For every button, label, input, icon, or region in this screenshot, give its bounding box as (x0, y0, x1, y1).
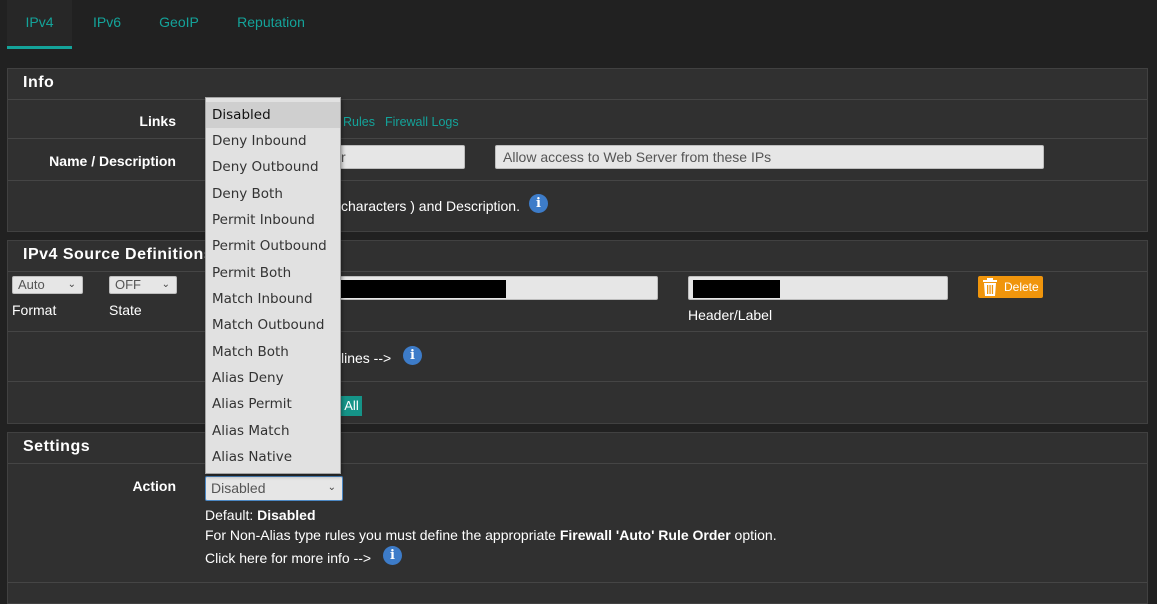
option-match-both[interactable]: Match Both (206, 339, 340, 365)
option-permit-inbound[interactable]: Permit Inbound (206, 207, 340, 233)
action-select[interactable]: Disabled ⌄ (205, 476, 343, 501)
firewall-logs-link[interactable]: Firewall Logs (385, 115, 459, 129)
chevron-down-icon: ⌄ (327, 482, 336, 493)
format-label: Format (12, 302, 57, 318)
tab-reputation[interactable]: Reputation (226, 0, 316, 46)
settings-panel-header: Settings (8, 433, 1147, 464)
default-value: Disabled (257, 507, 316, 523)
format-select-value: Auto (18, 277, 45, 292)
tab-geoip[interactable]: GeoIP (150, 0, 208, 46)
option-match-inbound[interactable]: Match Inbound (206, 286, 340, 312)
chevron-down-icon: ⌄ (67, 279, 76, 290)
action-dropdown-list[interactable]: Disabled Deny Inbound Deny Outbound Deny… (205, 97, 341, 474)
delete-button[interactable]: Delete (978, 276, 1043, 298)
option-deny-inbound[interactable]: Deny Inbound (206, 128, 340, 154)
name-description-label: Name / Description (49, 153, 176, 169)
name-field[interactable]: r (333, 145, 465, 169)
chevron-down-icon: ⌄ (161, 279, 170, 290)
state-select[interactable]: OFF ⌄ (109, 276, 177, 294)
source-panel: IPv4 Source Definitions (7, 240, 1148, 424)
option-match-outbound[interactable]: Match Outbound (206, 312, 340, 338)
option-disabled[interactable]: Disabled (206, 102, 340, 128)
option-alias-match[interactable]: Alias Match (206, 418, 340, 444)
description-field[interactable]: Allow access to Web Server from these IP… (495, 145, 1044, 169)
nonalias-bold: Firewall 'Auto' Rule Order (559, 527, 731, 543)
info-panel-header: Info (8, 69, 1147, 100)
settings-panel: Settings (7, 432, 1148, 604)
redacted-address (341, 280, 506, 298)
settings-panel-title: Settings (23, 438, 91, 455)
more-info-text: Click here for more info --> (205, 550, 372, 566)
option-deny-both[interactable]: Deny Both (206, 181, 340, 207)
delete-button-label: Delete (1004, 280, 1039, 294)
state-select-value: OFF (115, 277, 141, 292)
action-select-value: Disabled (211, 480, 266, 496)
divider (8, 381, 1147, 382)
nonalias-prefix: For Non-Alias type rules you must define… (205, 527, 560, 543)
divider (8, 331, 1147, 332)
nonalias-text: For Non-Alias type rules you must define… (205, 527, 777, 543)
source-panel-title: IPv4 Source Definitions (23, 246, 214, 263)
info-icon[interactable]: i (529, 194, 548, 213)
source-panel-header: IPv4 Source Definitions (8, 241, 1147, 272)
name-hint-text: characters ) and Description. (341, 198, 520, 214)
option-alias-permit[interactable]: Alias Permit (206, 391, 340, 417)
redacted-label (693, 280, 780, 298)
info-panel-title: Info (23, 74, 55, 91)
option-alias-native[interactable]: Alias Native (206, 444, 340, 470)
nonalias-suffix: option. (730, 527, 777, 543)
default-prefix: Default: (205, 507, 258, 523)
header-label-label: Header/Label (688, 307, 773, 323)
rules-link[interactable]: Rules (343, 115, 375, 129)
option-permit-outbound[interactable]: Permit Outbound (206, 233, 340, 259)
option-permit-both[interactable]: Permit Both (206, 260, 340, 286)
tab-ipv6[interactable]: IPv6 (82, 0, 132, 46)
state-label: State (109, 302, 142, 318)
format-select[interactable]: Auto ⌄ (12, 276, 83, 294)
default-text: Default: Disabled (205, 507, 316, 523)
trash-icon (983, 278, 997, 296)
divider (8, 582, 1147, 583)
divider (8, 180, 1147, 181)
option-alias-deny[interactable]: Alias Deny (206, 365, 340, 391)
links-label: Links (139, 113, 176, 129)
action-label: Action (132, 478, 176, 494)
tab-ipv4[interactable]: IPv4 (7, 0, 72, 49)
info-icon[interactable]: i (383, 546, 402, 565)
option-deny-outbound[interactable]: Deny Outbound (206, 154, 340, 180)
info-icon[interactable]: i (403, 346, 422, 365)
all-button[interactable]: All (341, 396, 362, 416)
lines-text: lines --> (341, 350, 392, 366)
divider (8, 138, 1147, 139)
